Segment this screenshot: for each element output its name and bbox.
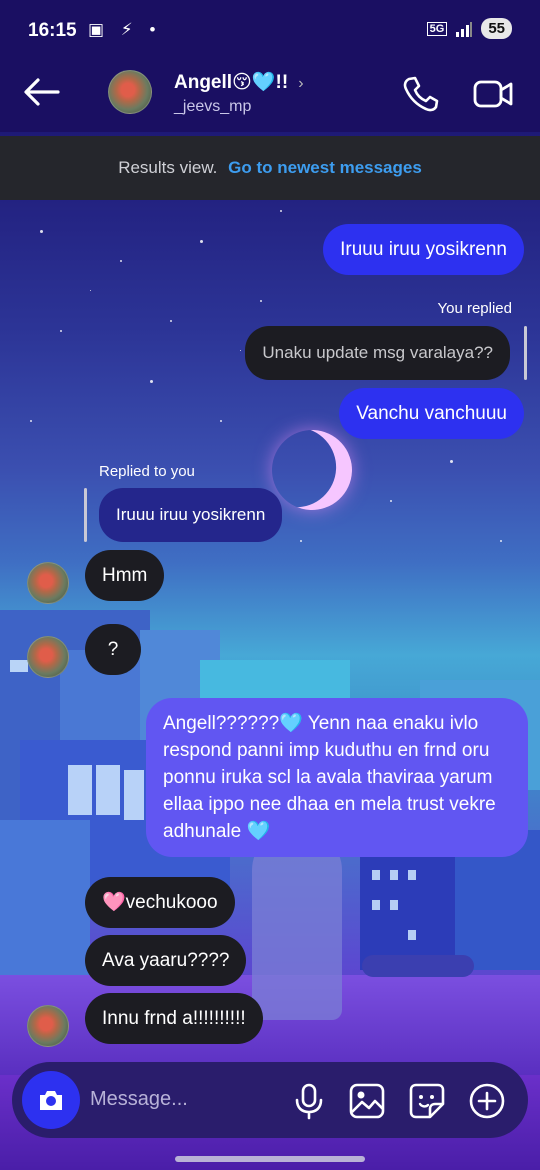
- you-replied-label: You replied: [437, 300, 512, 317]
- battery-badge: 55: [481, 18, 512, 39]
- go-to-newest-link[interactable]: Go to newest messages: [228, 158, 422, 177]
- message-bubble-incoming[interactable]: ?: [85, 624, 141, 675]
- message-bubble-incoming[interactable]: Ava yaaru????: [85, 935, 247, 986]
- message-composer: Message...: [12, 1062, 528, 1138]
- plus-icon[interactable]: [468, 1082, 506, 1120]
- video-camera-icon[interactable]: [472, 74, 514, 114]
- phone-icon[interactable]: [400, 74, 440, 114]
- message-bubble-outgoing[interactable]: Vanchu vanchuuu: [339, 388, 524, 439]
- status-bar: 16:15 ▣ ⚡ • 5G 55: [0, 0, 540, 60]
- sender-avatar[interactable]: [27, 1005, 69, 1047]
- notification-icons: ▣ ⚡ •: [88, 20, 162, 39]
- contact-name: Angell😚🩵!!: [174, 72, 289, 93]
- sender-avatar[interactable]: [27, 636, 69, 678]
- status-time: 16:15: [28, 20, 77, 41]
- replied-to-you-label: Replied to you: [99, 463, 195, 480]
- sender-avatar[interactable]: [27, 562, 69, 604]
- quoted-message[interactable]: Iruuu iruu yosikrenn: [99, 488, 283, 542]
- message-bubble-incoming[interactable]: Hmm: [85, 550, 165, 601]
- quote-bar: [84, 488, 87, 542]
- results-view-text: Results view.: [118, 158, 218, 177]
- home-indicator[interactable]: [175, 1156, 365, 1162]
- sticker-icon[interactable]: [408, 1082, 446, 1120]
- quoted-reply[interactable]: Unaku update msg varalaya??: [245, 326, 510, 380]
- message-input[interactable]: Message...: [90, 1088, 188, 1111]
- signal-icon: [456, 21, 473, 37]
- message-bubble-incoming[interactable]: 🩷vechukooo: [85, 877, 235, 928]
- microphone-icon[interactable]: [290, 1082, 328, 1120]
- contact-username: _jeevs_mp: [174, 98, 252, 115]
- quote-bar: [524, 326, 527, 380]
- message-bubble-outgoing[interactable]: Iruuu iruu yosikrenn: [323, 224, 524, 275]
- network-label: 5G: [426, 21, 448, 36]
- message-bubble-incoming[interactable]: Innu frnd a!!!!!!!!!!: [85, 993, 263, 1044]
- camera-icon: [40, 1091, 62, 1110]
- contact-avatar[interactable]: [108, 70, 152, 114]
- contact-name-row[interactable]: Angell😚🩵!! ›: [174, 70, 304, 94]
- camera-button[interactable]: [22, 1071, 80, 1129]
- back-arrow-icon[interactable]: [22, 74, 62, 110]
- chevron-right-icon: ›: [298, 75, 304, 92]
- results-banner: Results view. Go to newest messages: [0, 136, 540, 200]
- chat-header: Angell😚🩵!! › _jeevs_mp: [0, 60, 540, 132]
- message-bubble-outgoing[interactable]: Angell??????🩵 Yenn naa enaku ivlo respon…: [146, 698, 528, 857]
- cat-silhouette: [252, 830, 342, 1020]
- gallery-icon[interactable]: [348, 1082, 386, 1120]
